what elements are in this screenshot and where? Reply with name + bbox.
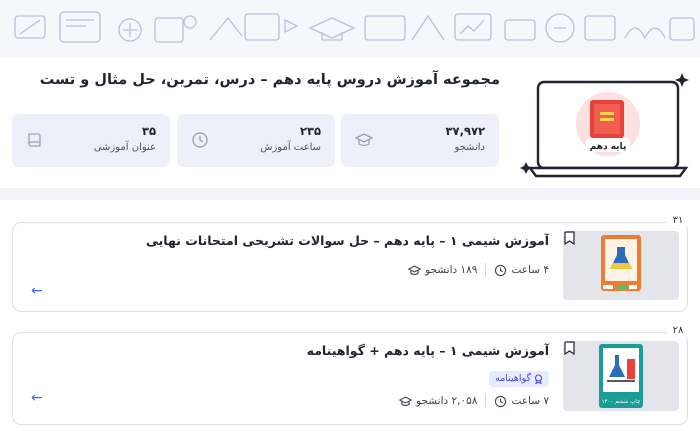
bookmark-icon[interactable] bbox=[563, 231, 576, 245]
graduation-cap-icon bbox=[355, 133, 373, 147]
course-hours: ۴ ساعت bbox=[494, 264, 549, 277]
laptop-cover-illustration: پایه دهم bbox=[520, 73, 689, 178]
course-students-text: ۱۸۹ دانشجو bbox=[425, 264, 478, 276]
stat-titles: ۳۵ عنوان آموزشی bbox=[12, 114, 170, 167]
graduation-cap-icon bbox=[408, 265, 422, 275]
course-index: ۲۸ bbox=[667, 323, 689, 339]
stat-hours-value: ۲۳۵ bbox=[299, 124, 321, 138]
chemistry-book-icon bbox=[601, 235, 641, 291]
cover-label: پایه دهم bbox=[590, 142, 627, 152]
course-hours-text: ۷ ساعت bbox=[511, 395, 549, 407]
chemistry-book-icon: چاپ ششم ۱۴۰۰ bbox=[599, 344, 643, 408]
collection-header: مجموعه آموزش دروس پایه دهم – درس، تمرین،… bbox=[0, 58, 700, 188]
clock-icon bbox=[495, 264, 507, 276]
stat-hours: ۲۳۵ ساعت آموزش bbox=[177, 114, 335, 167]
course-thumbnail[interactable]: چاپ ششم ۱۴۰۰ bbox=[563, 341, 679, 411]
certificate-icon bbox=[534, 374, 543, 384]
stat-students-value: ۳۷,۹۷۲ bbox=[445, 124, 485, 138]
course-meta: ۲,۰۵۸ دانشجو ۷ ساعت bbox=[399, 394, 549, 408]
stat-titles-label: عنوان آموزشی bbox=[93, 142, 156, 153]
course-card[interactable]: ۳۱ آموزش شیمی ۱ – پایه دهم – حل سوالات ت… bbox=[12, 213, 689, 312]
meta-separator bbox=[485, 394, 487, 408]
arrow-left-icon[interactable]: ← bbox=[31, 390, 43, 406]
doodle-pattern-icon bbox=[14, 11, 695, 43]
section-divider bbox=[0, 188, 700, 200]
stat-students-label: دانشجو bbox=[454, 142, 485, 153]
clock-icon bbox=[495, 395, 507, 407]
decorative-banner bbox=[0, 0, 700, 58]
meta-separator bbox=[485, 263, 487, 277]
certificate-badge: گواهینامه bbox=[489, 371, 549, 387]
clock-icon bbox=[192, 132, 208, 148]
stat-students: ۳۷,۹۷۲ دانشجو bbox=[341, 114, 499, 167]
certificate-label: گواهینامه bbox=[495, 373, 531, 384]
course-students-text: ۲,۰۵۸ دانشجو bbox=[416, 395, 478, 407]
stat-titles-value: ۳۵ bbox=[141, 124, 156, 138]
course-students: ۲,۰۵۸ دانشجو bbox=[399, 395, 477, 408]
course-students: ۱۸۹ دانشجو bbox=[408, 264, 477, 277]
book-icon bbox=[28, 133, 41, 147]
course-index: ۳۱ bbox=[667, 213, 689, 229]
course-title[interactable]: آموزش شیمی ۱ – پایه دهم – حل سوالات تشری… bbox=[146, 233, 549, 248]
bookmark-icon[interactable] bbox=[563, 341, 576, 355]
thumbnail-caption: چاپ ششم ۱۴۰۰ bbox=[602, 399, 641, 405]
course-thumbnail[interactable] bbox=[563, 231, 679, 300]
arrow-left-icon[interactable]: ← bbox=[31, 283, 43, 299]
course-meta: ۱۸۹ دانشجو ۴ ساعت bbox=[408, 263, 549, 277]
page-title: مجموعه آموزش دروس پایه دهم – درس، تمرین،… bbox=[39, 72, 500, 88]
graduation-cap-icon bbox=[399, 396, 413, 406]
course-hours: ۷ ساعت bbox=[494, 395, 549, 408]
course-title[interactable]: آموزش شیمی ۱ – پایه دهم + گواهینامه bbox=[307, 343, 549, 358]
course-card[interactable]: ۲۸ چاپ ششم ۱۴۰۰ آموزش شیمی ۱ – پایه دهم … bbox=[12, 323, 689, 425]
stat-hours-label: ساعت آموزش bbox=[260, 142, 321, 153]
course-hours-text: ۴ ساعت bbox=[511, 264, 549, 276]
